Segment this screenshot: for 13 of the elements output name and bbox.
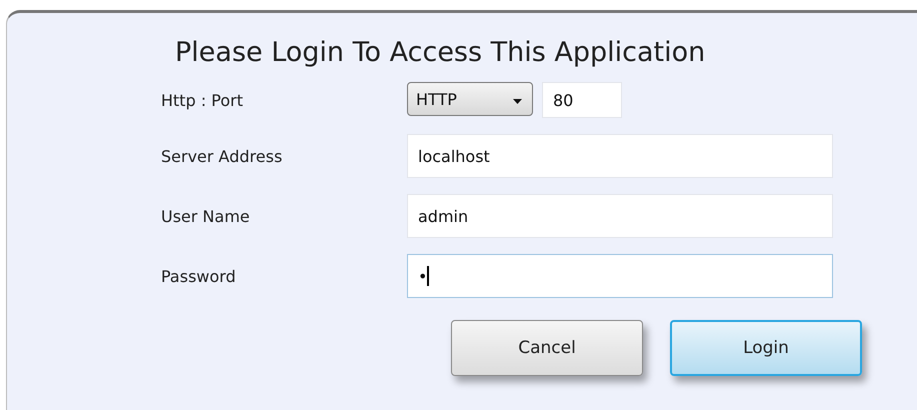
login-button[interactable]: Login <box>670 320 862 376</box>
field-label: Http : Port <box>161 90 244 110</box>
password-field[interactable]: • <box>407 254 833 298</box>
protocol-dropdown[interactable]: HTTP <box>407 82 533 116</box>
cancel-button[interactable]: Cancel <box>451 320 643 376</box>
caret-icon <box>513 98 522 104</box>
field-label: Server Address <box>161 146 284 166</box>
field-label: Password <box>161 266 237 286</box>
port-field[interactable]: 80 <box>542 82 622 118</box>
input-field[interactable]: admin <box>407 194 833 238</box>
input-field[interactable]: localhost <box>407 134 833 178</box>
field-label: User Name <box>161 206 251 226</box>
dialog-title: Please Login To Access This Application <box>175 37 706 68</box>
